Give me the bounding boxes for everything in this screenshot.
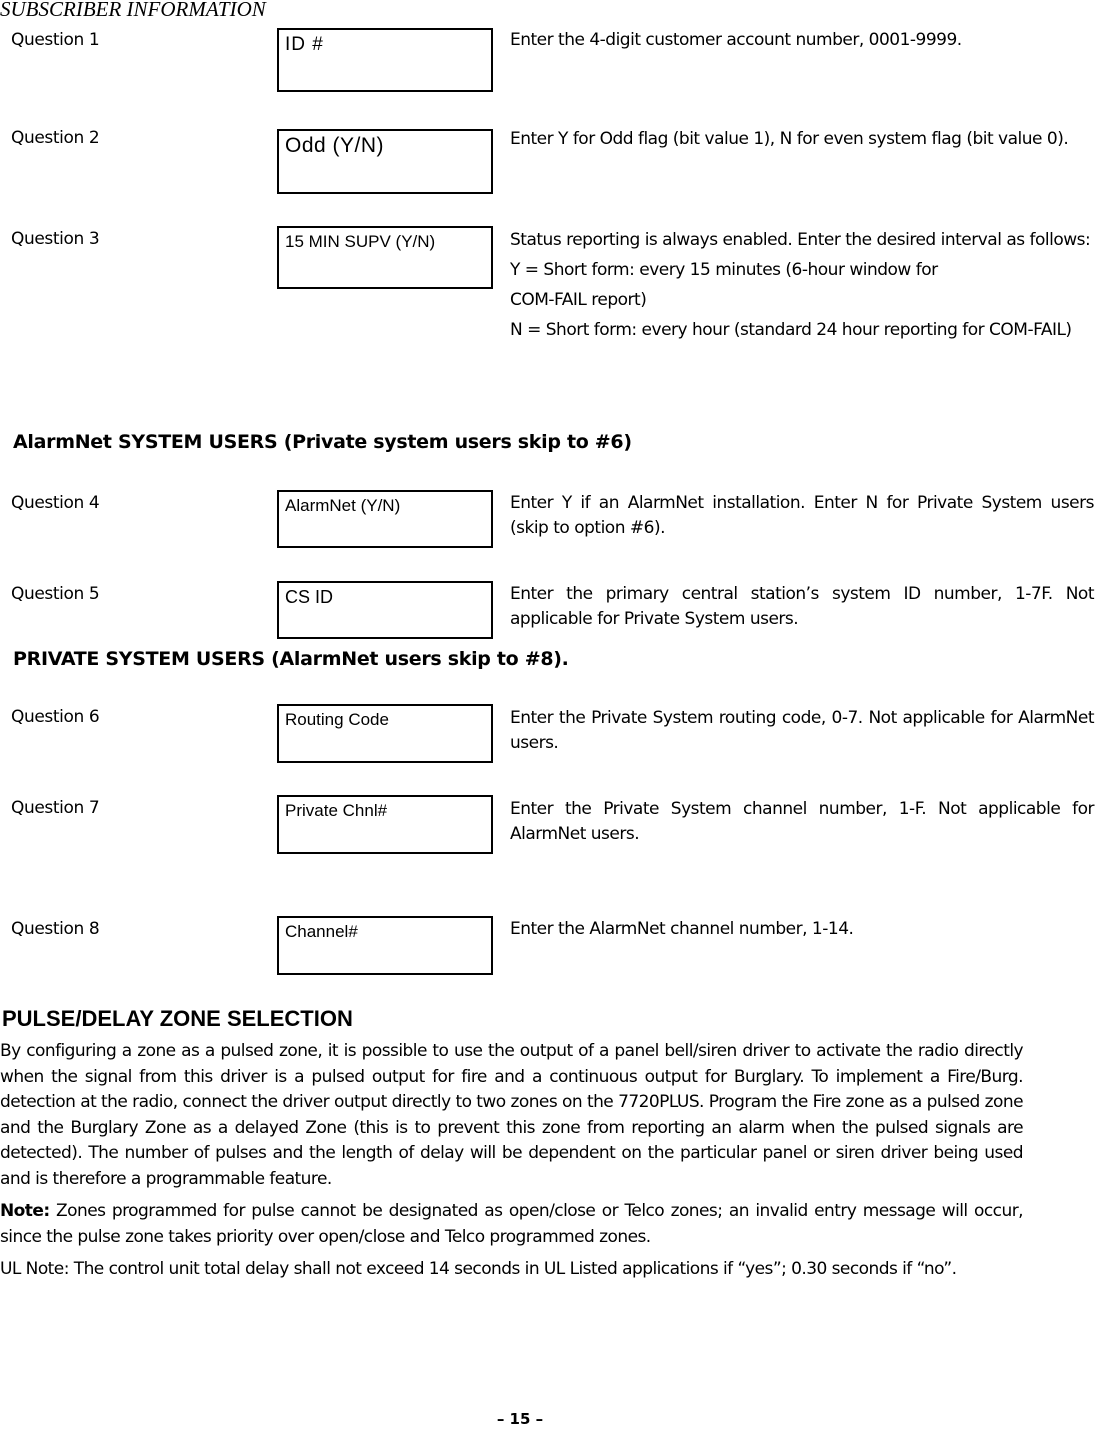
field-label-channel: Channel# xyxy=(285,922,358,941)
description-text: Enter the AlarmNet channel number, 1-14. xyxy=(510,919,854,939)
pulse-delay-heading: PULSE/DELAY ZONE SELECTION xyxy=(2,1006,353,1031)
note-text: Zones programmed for pulse cannot be des… xyxy=(0,1201,1024,1247)
question-7-label: Question 7 xyxy=(11,798,100,818)
question-3-field-box[interactable]: 15 MIN SUPV (Y/N) xyxy=(277,226,493,289)
question-2-label: Question 2 xyxy=(11,128,100,148)
question-6-description: Enter the Private System routing code, 0… xyxy=(510,706,1095,756)
description-option-y: Y = Short form: every 15 minutes (6-hour… xyxy=(510,260,938,280)
question-1-description: Enter the 4-digit customer account numbe… xyxy=(510,28,1094,53)
section-title: SUBSCRIBER INFORMATION xyxy=(0,0,266,21)
description-text: Enter the primary central station’s syst… xyxy=(510,584,1095,629)
field-label-cs-id: CS ID xyxy=(285,587,334,607)
question-5-description: Enter the primary central station’s syst… xyxy=(510,582,1095,632)
question-3-description: Status reporting is always enabled. Ente… xyxy=(510,228,1094,343)
note-label: Note: xyxy=(0,1201,50,1221)
question-4-label: Question 4 xyxy=(11,493,100,513)
question-4-field-box[interactable]: AlarmNet (Y/N) xyxy=(277,490,493,548)
ul-note: UL Note: The control unit total delay sh… xyxy=(0,1259,957,1279)
description-text: Enter the 4-digit customer account numbe… xyxy=(510,30,962,50)
private-users-heading: PRIVATE SYSTEM USERS (AlarmNet users ski… xyxy=(13,648,569,670)
description-text: Enter Y if an AlarmNet installation. Ent… xyxy=(510,493,1095,538)
question-5-label: Question 5 xyxy=(11,584,100,604)
question-7-field-box[interactable]: Private Chnl# xyxy=(277,795,493,854)
pulse-delay-body: By configuring a zone as a pulsed zone, … xyxy=(0,1039,1024,1283)
question-8-field-box[interactable]: Channel# xyxy=(277,916,493,975)
question-2-description: Enter Y for Odd flag (bit value 1), N fo… xyxy=(510,127,1094,152)
question-1-label: Question 1 xyxy=(11,30,100,50)
question-8-label: Question 8 xyxy=(11,919,100,939)
question-7-description: Enter the Private System channel number,… xyxy=(510,797,1095,847)
description-text: Enter the Private System channel number,… xyxy=(510,799,1095,844)
page-number: – 15 – xyxy=(496,1410,544,1428)
question-6-field-box[interactable]: Routing Code xyxy=(277,704,493,763)
question-6-label: Question 6 xyxy=(11,707,100,727)
field-label-routing-code: Routing Code xyxy=(285,710,389,729)
question-4-description: Enter Y if an AlarmNet installation. Ent… xyxy=(510,491,1095,541)
description-option-n: N = Short form: every hour (standard 24 … xyxy=(510,320,1072,340)
pulse-paragraph: By configuring a zone as a pulsed zone, … xyxy=(0,1041,1024,1189)
alarmnet-users-heading: AlarmNet SYSTEM USERS (Private system us… xyxy=(13,431,632,453)
question-2-field-box[interactable]: Odd (Y/N) xyxy=(277,129,493,194)
pulse-note: Note: Zones programmed for pulse cannot … xyxy=(0,1199,1024,1250)
field-label-private-chnl: Private Chnl# xyxy=(285,801,388,820)
field-label-odd: Odd (Y/N) xyxy=(285,134,385,157)
field-label-15-min-supv: 15 MIN SUPV (Y/N) xyxy=(285,232,436,251)
description-option-y-cont: COM-FAIL report) xyxy=(510,290,647,310)
description-text: Status reporting is always enabled. Ente… xyxy=(510,230,1091,250)
field-label-id: ID # xyxy=(285,34,324,55)
question-8-description: Enter the AlarmNet channel number, 1-14. xyxy=(510,917,1094,942)
description-text: Enter Y for Odd flag (bit value 1), N fo… xyxy=(510,129,1069,149)
field-label-alarmnet: AlarmNet (Y/N) xyxy=(285,496,401,515)
description-text: Enter the Private System routing code, 0… xyxy=(510,708,1095,753)
question-5-field-box[interactable]: CS ID xyxy=(277,581,493,639)
question-3-label: Question 3 xyxy=(11,229,100,249)
question-1-field-box[interactable]: ID # xyxy=(277,28,493,92)
